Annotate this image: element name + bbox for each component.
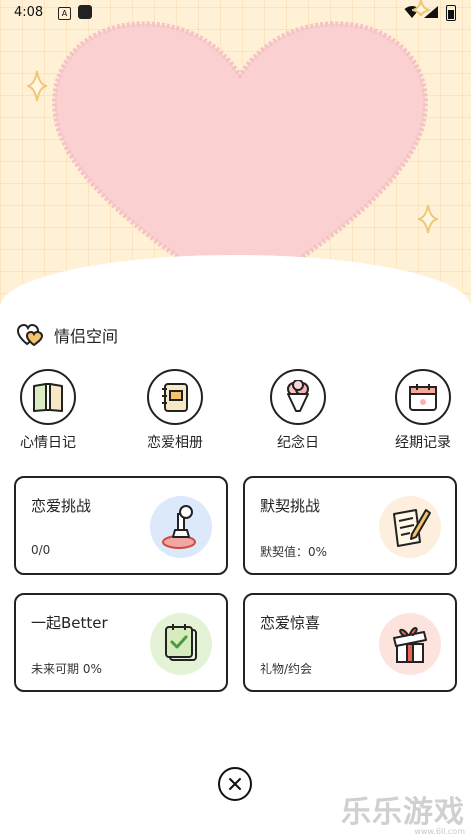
watermark: 乐乐游戏 www.6ll.com — [341, 787, 465, 836]
gift-icon — [393, 627, 427, 663]
calendar-icon — [409, 384, 437, 411]
quick-action-love-album[interactable]: 恋爱相册 — [135, 369, 215, 452]
quick-action-label: 经期记录 — [395, 435, 451, 451]
status-time: 4:08 — [14, 5, 44, 20]
quick-action-icon-circle — [20, 369, 76, 425]
checklist-icon — [165, 624, 197, 661]
flower-bouquet-icon — [287, 380, 309, 412]
quick-action-icon-circle — [395, 369, 451, 425]
card-title: 恋爱挑战 — [31, 497, 92, 515]
close-button[interactable] — [218, 767, 252, 801]
watermark-name: 乐乐游戏 — [341, 795, 465, 830]
card-illustration — [150, 496, 212, 558]
quick-action-label: 心情日记 — [20, 435, 76, 451]
diary-book-icon — [33, 383, 63, 412]
quick-action-icon-circle — [270, 369, 326, 425]
card-better-together[interactable]: 一起Better 未来可期 0% — [14, 593, 228, 692]
notepad-pencil-icon — [393, 509, 431, 547]
battery-icon — [446, 5, 456, 21]
card-subtitle: 默契值：0% — [260, 545, 328, 559]
sparkle-icon — [418, 204, 438, 234]
close-icon — [229, 778, 241, 790]
stamp-icon — [162, 505, 196, 549]
card-love-challenge[interactable]: 恋爱挑战 0/0 — [14, 476, 228, 575]
card-illustration — [150, 613, 212, 675]
card-illustration — [379, 613, 441, 675]
quick-action-label: 恋爱相册 — [147, 435, 203, 451]
card-title: 默契挑战 — [260, 497, 321, 515]
quick-action-label: 纪念日 — [277, 435, 319, 451]
card-illustration — [379, 496, 441, 558]
card-title: 恋爱惊喜 — [260, 614, 321, 632]
section-title: 情侣空间 — [54, 327, 119, 346]
card-subtitle: 未来可期 0% — [31, 662, 102, 676]
card-subtitle: 0/0 — [31, 543, 51, 557]
quick-action-anniversary[interactable]: 纪念日 — [258, 369, 338, 452]
card-title: 一起Better — [31, 614, 108, 632]
quick-action-mood-diary[interactable]: 心情日记 — [8, 369, 88, 452]
card-subtitle: 礼物/约会 — [260, 662, 313, 676]
section-header: 情侣空间 — [17, 323, 118, 347]
sparkle-icon — [412, 0, 430, 16]
card-tacit-challenge[interactable]: 默契挑战 默契值：0% — [243, 476, 457, 575]
quick-action-icon-circle — [147, 369, 203, 425]
card-love-surprise[interactable]: 恋爱惊喜 礼物/约会 — [243, 593, 457, 692]
couple-hearts-icon — [17, 323, 44, 347]
sparkle-icon — [27, 70, 47, 102]
photo-album-icon — [162, 383, 188, 412]
quick-action-period-record[interactable]: 经期记录 — [383, 369, 463, 452]
